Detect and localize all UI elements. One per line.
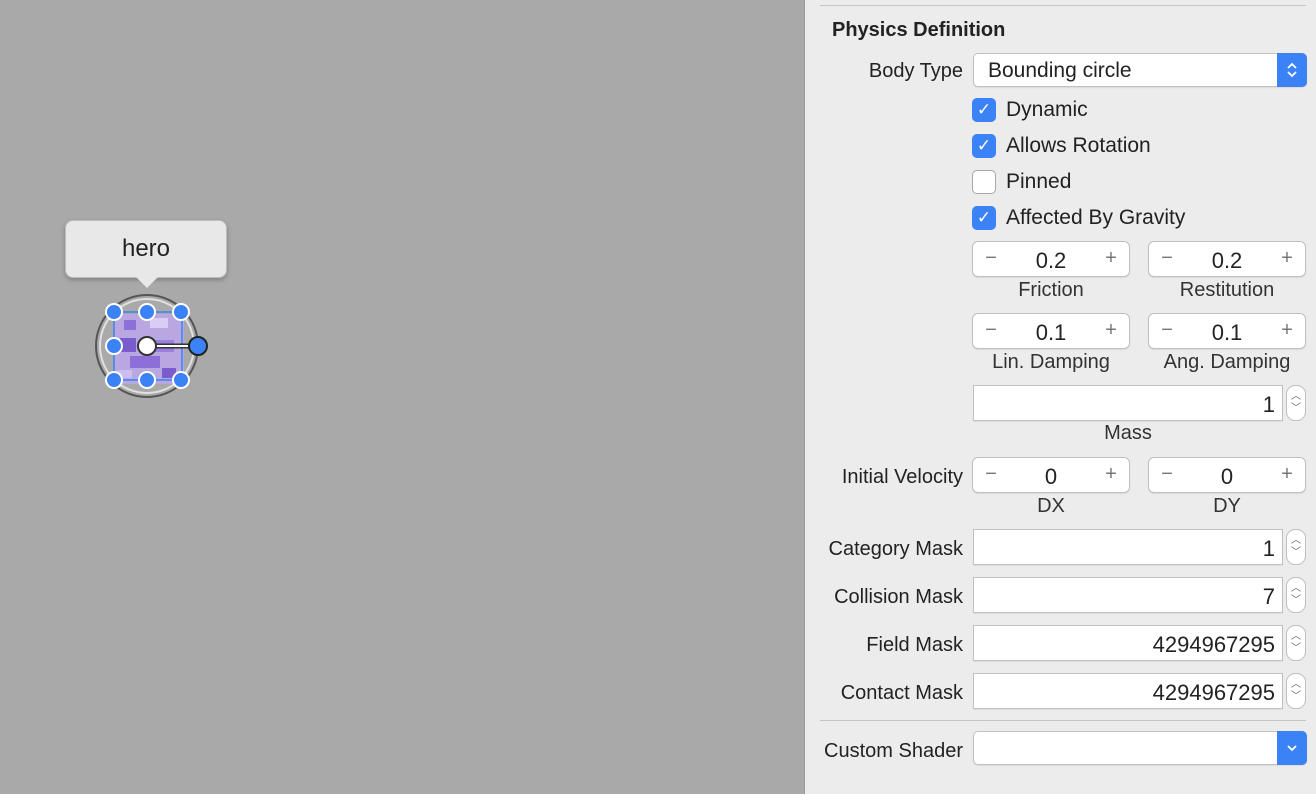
decrement-icon[interactable]: − <box>1157 319 1177 342</box>
body-type-popup[interactable]: Bounding circle <box>973 53 1307 87</box>
mass-label: Mass <box>1104 422 1152 444</box>
chevron-down-icon: ﹀ <box>1291 547 1301 558</box>
section-title: Physics Definition <box>832 19 1006 41</box>
category-mask-spinner[interactable]: ︿ ﹀ <box>1286 529 1306 565</box>
velocity-dy-value[interactable]: 0 <box>1179 464 1275 490</box>
restitution-value[interactable]: 0.2 <box>1179 248 1275 274</box>
chevron-down-icon: ﹀ <box>1291 691 1301 702</box>
chevron-down-icon: ﹀ <box>1291 403 1301 414</box>
custom-shader-popup[interactable] <box>973 731 1307 765</box>
increment-icon[interactable]: + <box>1277 319 1297 342</box>
velocity-dx-label: DX <box>1037 495 1065 517</box>
lin-damping-stepper[interactable]: − 0.1 + <box>972 313 1130 349</box>
category-mask-value[interactable]: 1 <box>1263 536 1275 562</box>
restitution-stepper[interactable]: − 0.2 + <box>1148 241 1306 277</box>
velocity-dx-stepper[interactable]: − 0 + <box>972 457 1130 493</box>
mass-value[interactable]: 1 <box>1263 392 1275 418</box>
ang-damping-label: Ang. Damping <box>1163 351 1291 373</box>
field-mask-label: Field Mask <box>866 634 963 656</box>
dynamic-label: Dynamic <box>1006 98 1088 121</box>
ang-damping-value[interactable]: 0.1 <box>1179 320 1275 346</box>
anchor-point-handle[interactable] <box>137 336 157 356</box>
decrement-icon[interactable]: − <box>1157 247 1177 270</box>
collision-mask-spinner[interactable]: ︿ ﹀ <box>1286 577 1306 613</box>
lin-damping-label: Lin. Damping <box>992 351 1110 373</box>
section-divider <box>820 720 1306 721</box>
ang-damping-stepper[interactable]: − 0.1 + <box>1148 313 1306 349</box>
chevron-up-icon: ︿ <box>1291 679 1301 690</box>
increment-icon[interactable]: + <box>1277 247 1297 270</box>
lin-damping-value[interactable]: 0.1 <box>1003 320 1099 346</box>
field-mask-spinner[interactable]: ︿ ﹀ <box>1286 625 1306 661</box>
collision-mask-value[interactable]: 7 <box>1263 584 1275 610</box>
chevron-up-down-icon <box>1277 53 1307 87</box>
increment-icon[interactable]: + <box>1101 463 1121 486</box>
chevron-up-icon: ︿ <box>1291 535 1301 546</box>
velocity-dx-value[interactable]: 0 <box>1003 464 1099 490</box>
pinned-label: Pinned <box>1006 170 1072 193</box>
body-type-value: Bounding circle <box>988 59 1132 82</box>
affected-by-gravity-checkbox[interactable]: ✓ Affected By Gravity <box>972 205 1185 231</box>
chevron-down-icon: ﹀ <box>1291 595 1301 606</box>
contact-mask-label: Contact Mask <box>840 682 963 704</box>
checkmark-icon: ✓ <box>972 206 996 230</box>
chevron-up-icon: ︿ <box>1291 391 1301 402</box>
chevron-down-icon <box>1277 731 1307 765</box>
unchecked-box-icon <box>972 170 996 194</box>
checkmark-icon: ✓ <box>972 134 996 158</box>
friction-label: Friction <box>1018 279 1084 301</box>
rotation-handle[interactable] <box>188 336 208 356</box>
node-name-label: hero <box>121 235 171 262</box>
contact-mask-field[interactable]: 4294967295 <box>973 673 1283 709</box>
pinned-checkbox[interactable]: Pinned <box>972 169 1071 195</box>
checkmark-icon: ✓ <box>972 98 996 122</box>
mass-spinner[interactable]: ︿ ﹀ <box>1286 385 1306 421</box>
velocity-dy-stepper[interactable]: − 0 + <box>1148 457 1306 493</box>
mass-field[interactable]: 1 <box>973 385 1283 421</box>
tooltip-arrow <box>135 276 159 288</box>
body-type-label: Body Type <box>868 60 963 82</box>
field-mask-value[interactable]: 4294967295 <box>1153 632 1275 658</box>
increment-icon[interactable]: + <box>1277 463 1297 486</box>
category-mask-label: Category Mask <box>828 538 964 560</box>
restitution-label: Restitution <box>1179 279 1275 301</box>
contact-mask-spinner[interactable]: ︿ ﹀ <box>1286 673 1306 709</box>
collision-mask-label: Collision Mask <box>834 586 963 608</box>
custom-shader-label: Custom Shader <box>824 740 963 762</box>
node-name-tooltip: hero <box>65 220 227 278</box>
hero-sprite[interactable] <box>90 290 214 402</box>
dynamic-checkbox[interactable]: ✓ Dynamic <box>972 97 1088 123</box>
chevron-down-icon: ﹀ <box>1291 643 1301 654</box>
chevron-up-icon: ︿ <box>1291 631 1301 642</box>
field-mask-field[interactable]: 4294967295 <box>973 625 1283 661</box>
scene-canvas[interactable]: hero <box>0 0 804 794</box>
contact-mask-value[interactable]: 4294967295 <box>1153 680 1275 706</box>
collision-mask-field[interactable]: 7 <box>973 577 1283 613</box>
decrement-icon[interactable]: − <box>981 247 1001 270</box>
allows-rotation-label: Allows Rotation <box>1006 134 1151 157</box>
decrement-icon[interactable]: − <box>1157 463 1177 486</box>
top-divider <box>820 5 1306 6</box>
friction-value[interactable]: 0.2 <box>1003 248 1099 274</box>
affected-by-gravity-label: Affected By Gravity <box>1006 206 1186 229</box>
velocity-dy-label: DY <box>1213 495 1241 517</box>
increment-icon[interactable]: + <box>1101 319 1121 342</box>
decrement-icon[interactable]: − <box>981 319 1001 342</box>
allows-rotation-checkbox[interactable]: ✓ Allows Rotation <box>972 133 1151 159</box>
initial-velocity-label: Initial Velocity <box>841 466 963 488</box>
increment-icon[interactable]: + <box>1101 247 1121 270</box>
friction-stepper[interactable]: − 0.2 + <box>972 241 1130 277</box>
chevron-up-icon: ︿ <box>1291 583 1301 594</box>
category-mask-field[interactable]: 1 <box>973 529 1283 565</box>
decrement-icon[interactable]: − <box>981 463 1001 486</box>
